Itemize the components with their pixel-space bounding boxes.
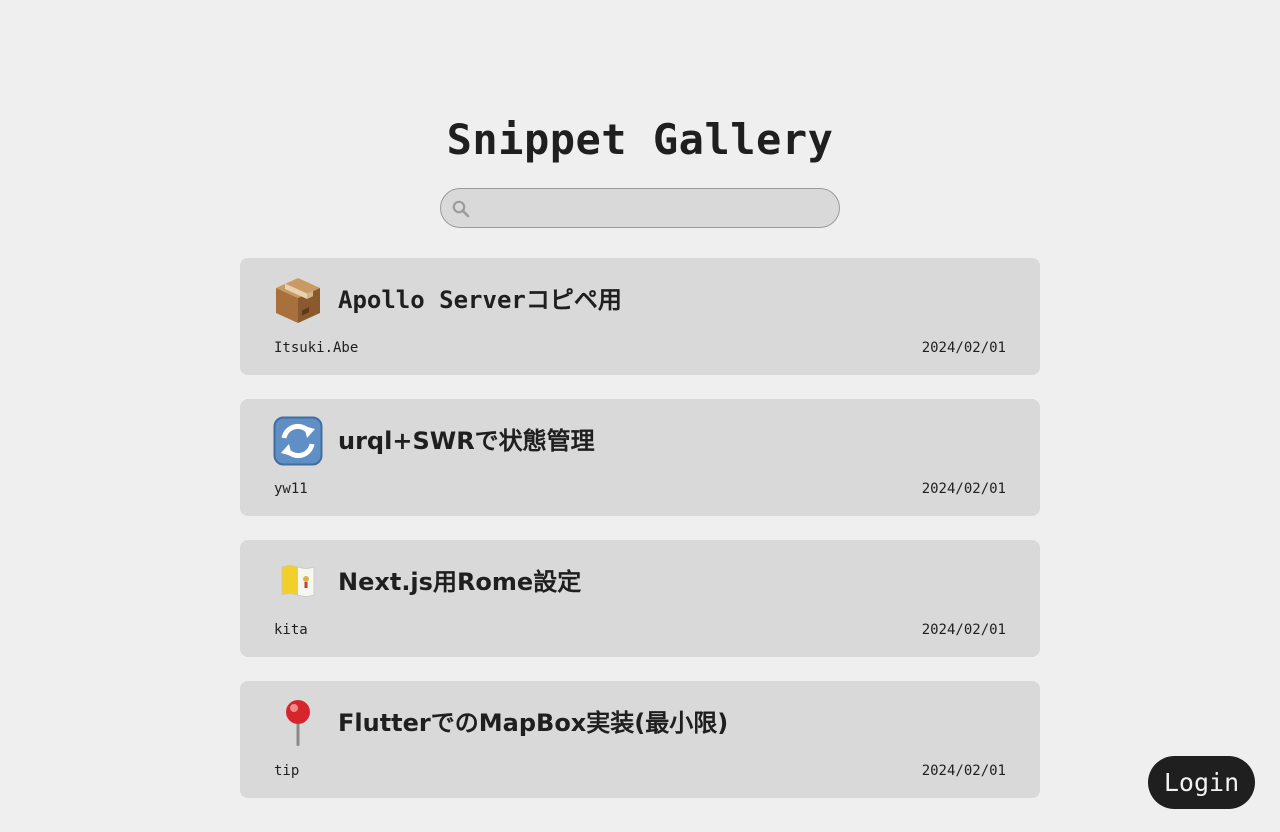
page-title: Snippet Gallery: [446, 115, 834, 164]
snippet-date: 2024/02/01: [921, 340, 1006, 356]
snippet-card[interactable]: Next.js用Rome設定 kita 2024/02/01: [240, 540, 1040, 657]
package-icon: [276, 278, 320, 323]
search-icon: [452, 200, 470, 218]
snippet-date: 2024/02/01: [921, 622, 1006, 638]
snippet-author: yw11: [274, 481, 308, 497]
snippet-date: 2024/02/01: [921, 481, 1006, 497]
vatican-flag-icon: [281, 565, 315, 597]
snippet-author: tip: [274, 763, 300, 779]
snippet-title: urql+SWRで状態管理: [338, 427, 595, 455]
round-pushpin-icon: [286, 700, 310, 746]
search-input[interactable]: [477, 189, 827, 227]
search-bar[interactable]: [440, 188, 840, 228]
refresh-arrows-icon: [273, 416, 323, 466]
snippet-author: kita: [274, 622, 308, 638]
snippet-title: Apollo Serverコピペ用: [338, 286, 622, 314]
snippet-card[interactable]: Apollo Serverコピペ用 Itsuki.Abe 2024/02/01: [240, 258, 1040, 375]
snippet-card[interactable]: urql+SWRで状態管理 yw11 2024/02/01: [240, 399, 1040, 516]
login-button[interactable]: Login: [1148, 756, 1255, 809]
snippet-author: Itsuki.Abe: [274, 340, 359, 356]
snippet-card[interactable]: FlutterでのMapBox実装(最小限) tip 2024/02/01: [240, 681, 1040, 798]
snippet-title: Next.js用Rome設定: [338, 568, 582, 596]
snippet-title: FlutterでのMapBox実装(最小限): [338, 709, 729, 737]
snippet-date: 2024/02/01: [921, 763, 1006, 779]
